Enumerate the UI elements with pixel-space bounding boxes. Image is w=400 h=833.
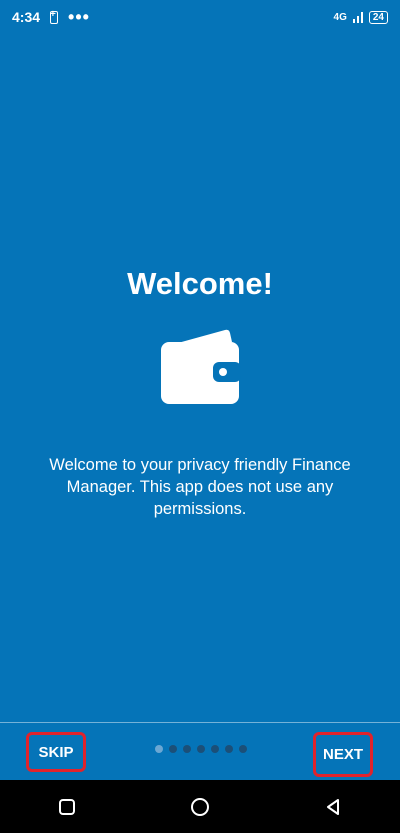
welcome-description: Welcome to your privacy friendly Finance…	[49, 456, 351, 518]
page-dot	[183, 745, 191, 753]
footer-divider	[0, 722, 400, 723]
welcome-title: Welcome!	[127, 266, 273, 301]
recent-apps-icon[interactable]	[55, 795, 79, 819]
next-button[interactable]: NEXT	[313, 732, 373, 777]
wallet-icon	[161, 329, 241, 404]
notification-dots: •••	[68, 7, 90, 27]
page-dot	[225, 745, 233, 753]
status-time: 4:34	[12, 9, 41, 25]
status-right: 4G 24	[333, 10, 388, 24]
network-label: 4G	[333, 11, 347, 23]
page-indicator	[155, 745, 247, 753]
battery-icon: 24	[368, 10, 388, 24]
home-icon[interactable]	[188, 795, 212, 819]
page-dot	[239, 745, 247, 753]
page-dot	[211, 745, 219, 753]
status-left: 4:34 •••	[12, 7, 90, 27]
page-dot	[155, 745, 163, 753]
signal-icon	[352, 12, 363, 23]
skip-button[interactable]: SKIP	[26, 732, 86, 772]
back-icon[interactable]	[321, 795, 345, 819]
status-bar: 4:34 ••• 4G 24	[0, 0, 400, 34]
page-dot	[169, 745, 177, 753]
battery-saver-icon	[50, 9, 59, 24]
navigation-bar	[0, 780, 400, 833]
page-dot	[197, 745, 205, 753]
